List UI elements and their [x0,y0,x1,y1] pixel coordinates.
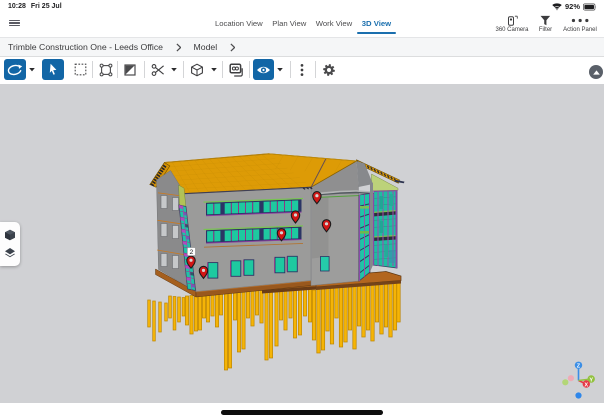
marquee-select-button[interactable] [73,59,87,80]
chevron-right-icon [176,43,182,52]
model-toolbar [0,57,604,84]
cut-tool-button[interactable] [151,59,165,80]
more-options-button[interactable] [297,59,307,80]
select-tool-button[interactable] [42,59,64,80]
3d-viewport[interactable] [0,84,604,403]
filter-button[interactable]: Filter [539,15,552,33]
toolbar-divider [144,61,145,78]
cut-dropdown-caret[interactable] [170,59,178,80]
home-strip [0,403,604,420]
orbit-tool-button[interactable] [4,59,26,80]
visibility-button[interactable] [253,59,274,80]
invert-selection-button[interactable] [124,59,136,80]
breadcrumb-model[interactable]: Model [194,42,218,52]
layers-icon[interactable] [4,247,16,259]
model-views-button[interactable] [190,59,204,80]
toolbar-divider [92,61,93,78]
action-panel-label: Action Panel [563,27,597,33]
battery-percent: 92% [565,2,580,11]
viewer-side-panel [0,222,20,266]
360-camera-button[interactable]: 360 Camera [495,15,528,33]
nav-bar: Location View Plan View Work View 3D Vie… [0,14,604,37]
models-cube-icon[interactable] [4,229,16,241]
filter-label: Filter [539,27,552,33]
status-time: 10:28 [8,3,26,10]
orbit-dropdown-caret[interactable] [28,59,36,80]
camera-360-icon [506,15,519,26]
ellipsis-icon [569,15,591,26]
triangle-up-icon [593,70,600,75]
model-views-dropdown-caret[interactable] [210,59,218,80]
toolbar-divider [249,61,250,78]
wifi-icon [552,3,562,11]
collapse-toolbar-button[interactable] [589,65,603,79]
breadcrumb-project[interactable]: Trimble Construction One - Leeds Office [8,42,163,52]
chevron-right-icon [230,43,236,52]
toolbar-divider [290,61,291,78]
polygon-select-button[interactable] [99,59,113,80]
multi-window-button[interactable] [229,59,244,80]
toolbar-divider [315,61,316,78]
status-time-date: 10:28 Fri 25 Jul [8,3,67,10]
360-camera-label: 360 Camera [495,27,528,33]
action-panel-button[interactable]: Action Panel [563,15,597,33]
visibility-dropdown-caret[interactable] [276,59,284,80]
toolbar-divider [117,61,118,78]
status-date: Fri 25 Jul [31,3,62,10]
toolbar-divider [183,61,184,78]
home-indicator[interactable] [221,410,383,415]
breadcrumb: Trimble Construction One - Leeds Office … [0,37,604,57]
toolbar-divider [222,61,223,78]
filter-icon [540,15,552,26]
settings-button[interactable] [322,59,336,80]
battery-icon [583,3,597,11]
status-bar: 10:28 Fri 25 Jul 92% [0,0,604,14]
